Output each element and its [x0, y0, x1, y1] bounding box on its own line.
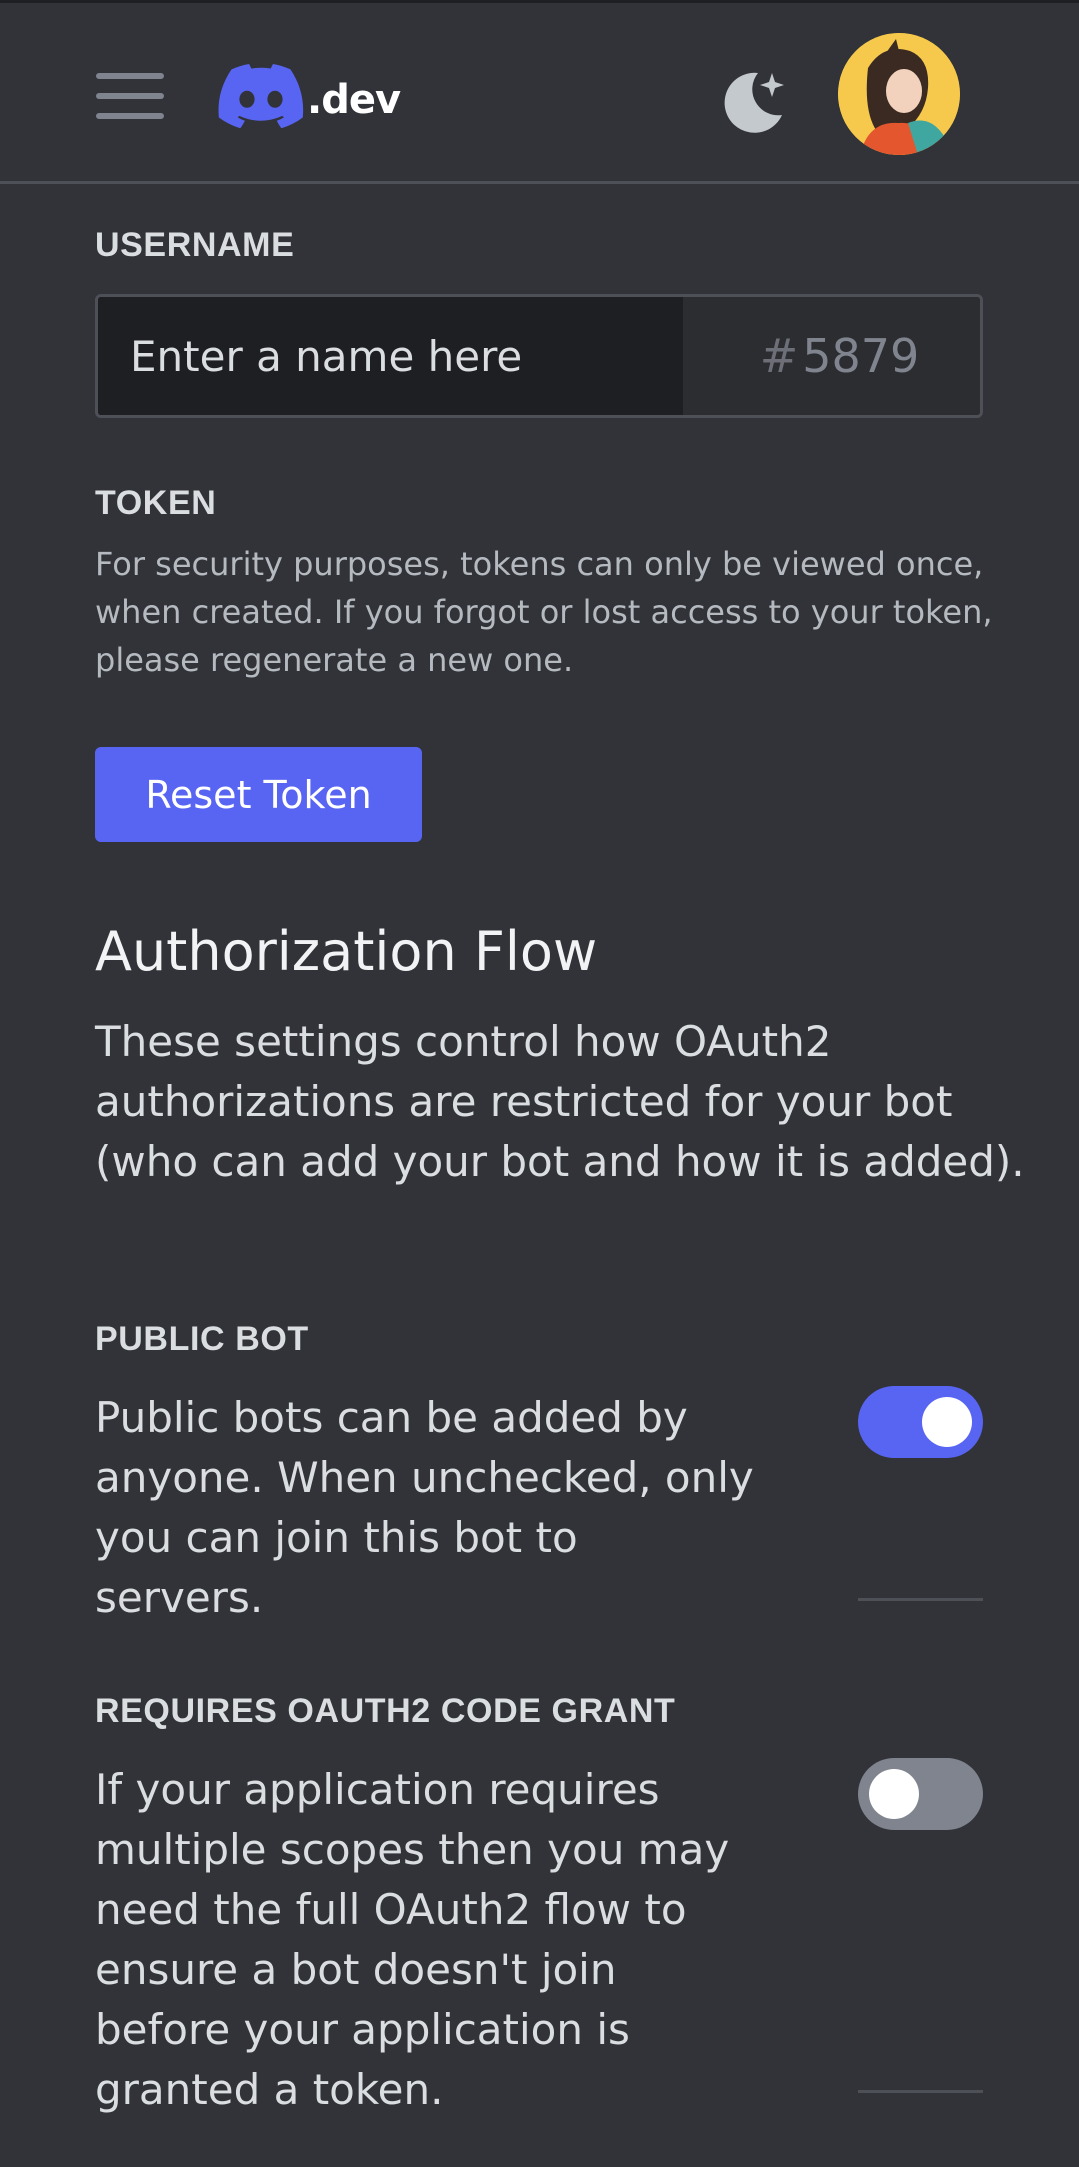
top-navigation-bar: .dev — [0, 0, 1079, 184]
hamburger-menu-icon[interactable] — [96, 69, 164, 123]
discriminator-field: # 5879 — [683, 297, 980, 415]
setting-divider — [858, 1598, 983, 1601]
public-bot-toggle[interactable] — [858, 1386, 983, 1458]
oauth2-code-grant-label: REQUIRES OAUTH2 CODE GRANT — [95, 1692, 676, 1730]
discord-dev-logo[interactable]: .dev — [217, 61, 401, 131]
user-avatar[interactable] — [838, 33, 960, 155]
discriminator-value: 5879 — [802, 329, 920, 383]
public-bot-label: PUBLIC BOT — [95, 1320, 309, 1358]
authorization-flow-title: Authorization Flow — [95, 920, 598, 983]
username-input[interactable] — [98, 297, 683, 415]
public-bot-description: Public bots can be added by anyone. When… — [95, 1393, 754, 1622]
logo-text: .dev — [307, 77, 401, 123]
discriminator-hash: # — [759, 329, 799, 383]
reset-token-button[interactable]: Reset Token — [95, 747, 422, 842]
oauth2-code-grant-description: If your application requires multiple sc… — [95, 1765, 730, 2114]
oauth2-code-grant-toggle[interactable] — [858, 1758, 983, 1830]
username-label: USERNAME — [95, 226, 295, 264]
token-label: TOKEN — [95, 484, 217, 522]
token-description: For security purposes, tokens can only b… — [95, 545, 993, 679]
toggle-knob — [922, 1397, 972, 1447]
username-field-group: # 5879 — [95, 294, 983, 418]
setting-divider — [858, 2090, 983, 2093]
toggle-knob — [869, 1769, 919, 1819]
moon-sparkle-icon[interactable] — [718, 65, 790, 137]
discord-logo-icon — [218, 64, 304, 128]
authorization-flow-description: These settings control how OAuth2 author… — [95, 1017, 1025, 1186]
